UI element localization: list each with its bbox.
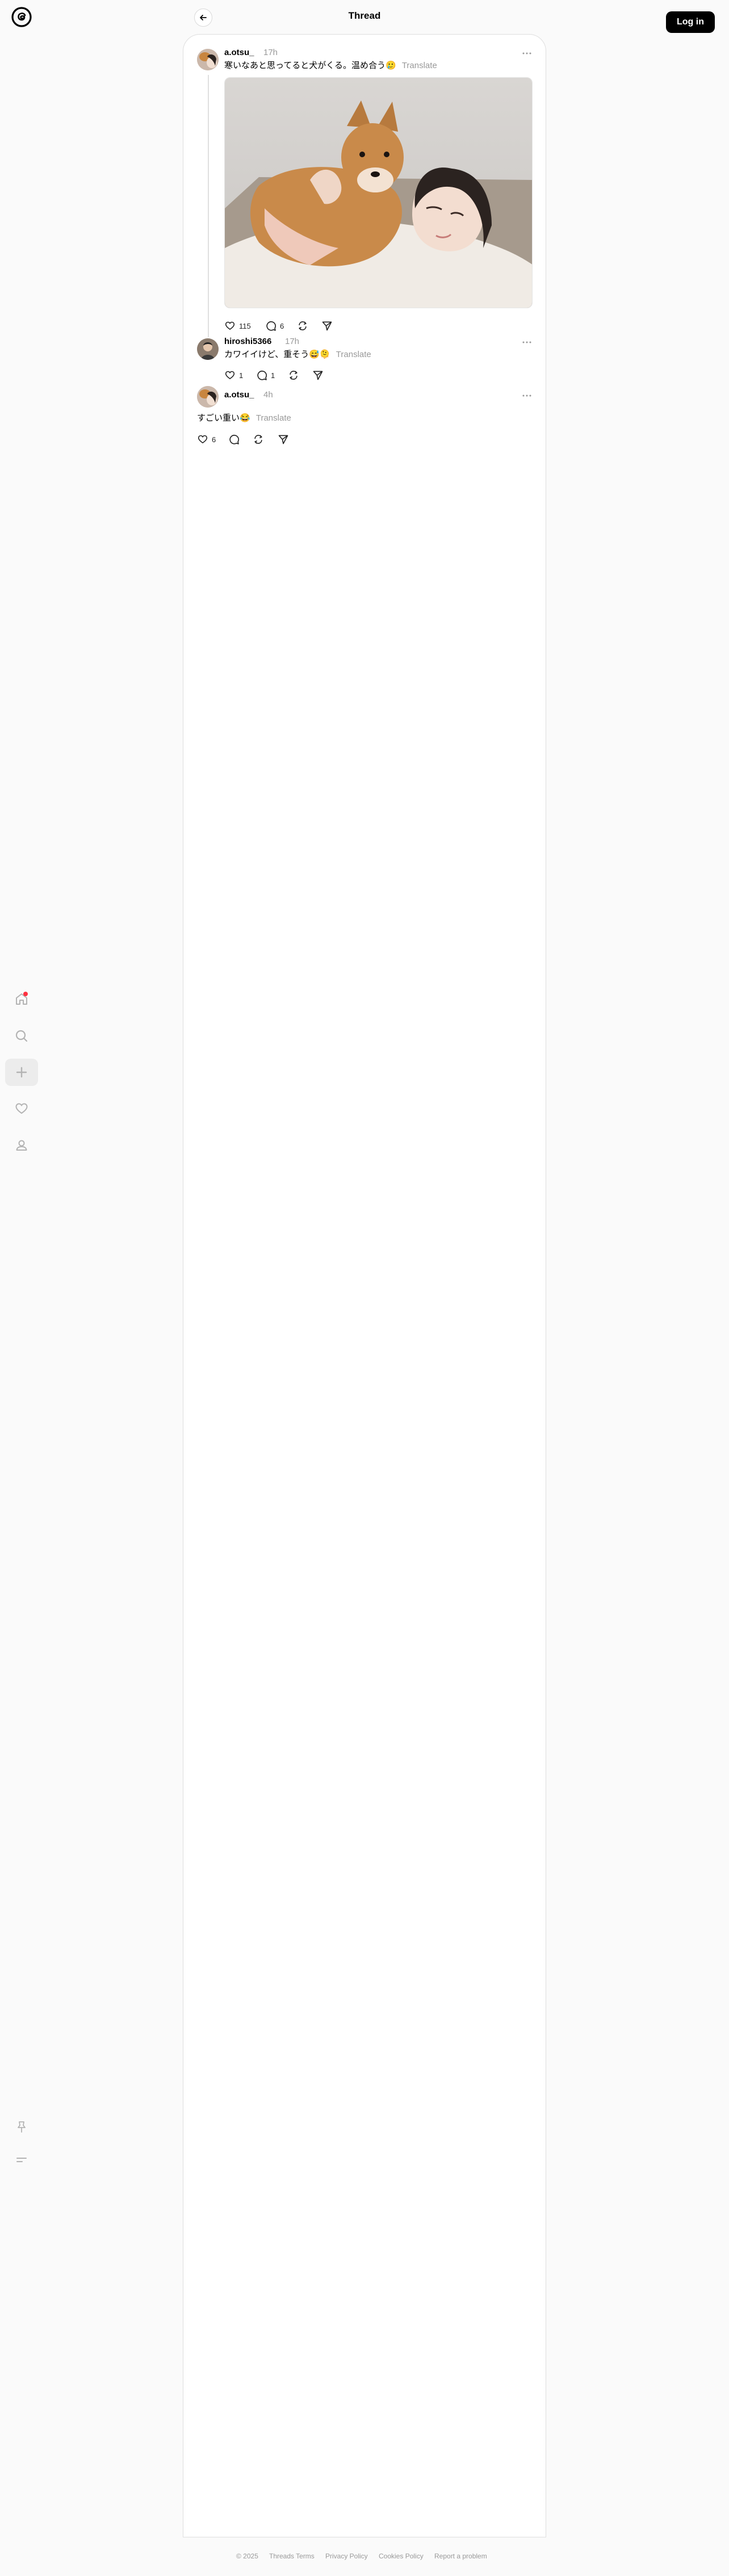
threads-logo-icon[interactable] <box>10 6 33 28</box>
comment-icon <box>229 434 240 444</box>
share-button[interactable] <box>278 433 289 446</box>
person-icon <box>16 1140 27 1151</box>
post-text: カワイイけど、重そう😅🫠 <box>224 350 330 359</box>
avatar[interactable] <box>197 49 219 70</box>
nav-menu[interactable] <box>10 2149 33 2171</box>
more-options-icon[interactable] <box>521 390 533 401</box>
post-username[interactable]: hiroshi5366 <box>224 336 271 347</box>
like-count: 6 <box>212 435 216 444</box>
post-time[interactable]: 17h <box>285 336 299 347</box>
post-time[interactable]: 4h <box>263 389 273 401</box>
plus-icon <box>16 1067 27 1078</box>
nav-activity[interactable] <box>10 1097 33 1120</box>
translate-link[interactable]: Translate <box>336 350 371 359</box>
more-options-icon[interactable] <box>521 48 533 59</box>
post-text-row: 寒いなあと思ってると犬がくる。温め合う🥲 Translate <box>224 60 437 72</box>
more-options-icon[interactable] <box>521 337 533 348</box>
post-image[interactable] <box>224 77 533 308</box>
pin-icon <box>18 2121 26 2133</box>
share-button[interactable] <box>321 319 333 333</box>
post-username[interactable]: a.otsu_ <box>224 389 254 401</box>
menu-icon <box>16 2158 27 2162</box>
share-button[interactable] <box>312 368 324 382</box>
login-button[interactable]: Log in <box>666 11 715 33</box>
like-button[interactable]: 1 <box>224 368 243 382</box>
post-username[interactable]: a.otsu_ <box>224 47 254 58</box>
thread-card <box>183 34 546 2537</box>
send-icon <box>278 435 288 444</box>
heart-icon <box>225 321 235 330</box>
footer-link-terms[interactable]: Threads Terms <box>269 2552 315 2560</box>
footer-link-report[interactable]: Report a problem <box>434 2552 487 2560</box>
nav-search[interactable] <box>10 1025 33 1047</box>
reply-count: 6 <box>280 321 284 330</box>
notification-dot <box>23 992 28 996</box>
thread-connector-line <box>208 75 209 337</box>
repost-icon <box>299 321 307 330</box>
heart-icon <box>198 435 208 444</box>
like-button[interactable]: 115 <box>224 319 251 333</box>
nav-home[interactable] <box>10 988 33 1010</box>
nav-pin[interactable] <box>10 2116 33 2138</box>
avatar[interactable] <box>197 386 219 408</box>
translate-link[interactable]: Translate <box>256 413 291 423</box>
like-count: 115 <box>239 321 251 330</box>
like-count: 1 <box>239 371 244 380</box>
reply-button[interactable]: 1 <box>256 368 275 382</box>
repost-button[interactable] <box>297 319 308 333</box>
reply-button[interactable] <box>228 433 243 446</box>
repost-button[interactable] <box>288 368 299 382</box>
nav-profile[interactable] <box>10 1134 33 1157</box>
comment-icon <box>257 370 267 380</box>
repost-button[interactable] <box>253 433 264 446</box>
heart-icon <box>15 1103 28 1114</box>
translate-link[interactable]: Translate <box>402 61 437 70</box>
post-text: 寒いなあと思ってると犬がくる。温め合う🥲 <box>224 61 396 70</box>
footer-copyright: © 2025 <box>236 2552 258 2560</box>
repost-icon <box>254 435 262 444</box>
nav-create[interactable] <box>5 1059 38 1086</box>
send-icon <box>322 321 332 331</box>
avatar[interactable] <box>197 338 219 360</box>
footer-link-cookies[interactable]: Cookies Policy <box>379 2552 424 2560</box>
heart-icon <box>225 371 235 380</box>
post-time[interactable]: 17h <box>263 47 278 58</box>
back-button[interactable] <box>194 9 212 27</box>
post-text-row: カワイイけど、重そう😅🫠 Translate <box>224 349 371 360</box>
page-title: Thread <box>348 10 381 21</box>
reply-button[interactable]: 6 <box>265 319 284 333</box>
like-button[interactable]: 6 <box>197 433 216 446</box>
arrow-left-icon <box>200 15 207 20</box>
post-text: すごい重い😂 <box>197 413 250 423</box>
send-icon <box>313 371 323 380</box>
post-text-row: すごい重い😂 Translate <box>197 413 291 424</box>
repost-icon <box>290 371 298 380</box>
comment-icon <box>266 321 276 331</box>
search-icon <box>15 1030 28 1042</box>
footer-link-privacy[interactable]: Privacy Policy <box>325 2552 368 2560</box>
reply-count: 1 <box>271 371 275 380</box>
